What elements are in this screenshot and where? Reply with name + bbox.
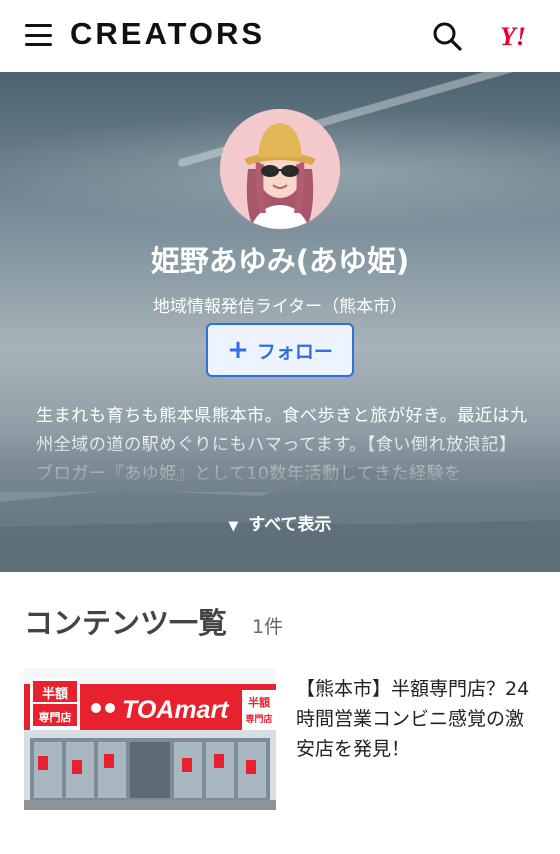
content-list-title: コンテンツ一覧 bbox=[24, 606, 228, 640]
profile-role: 地域情報発信ライター（熊本市） bbox=[152, 297, 408, 317]
brand-logo[interactable]: CREATORS bbox=[70, 16, 265, 52]
article-title[interactable]: 【熊本市】半額専門店？24時間営業コンビニ感覚の激安店を発見！ bbox=[296, 674, 540, 764]
follow-button[interactable]: + フォロー bbox=[206, 323, 354, 377]
thumb-store-logo: TOAmart bbox=[122, 696, 230, 724]
article-card[interactable]: 半額 専門店 TOAmart 半額 専門店 【熊本市】半額専門店？24時間営業コ… bbox=[24, 668, 536, 810]
profile-avatar bbox=[220, 109, 340, 229]
bio-fade bbox=[0, 432, 560, 492]
yahoo-logo[interactable]: Y! bbox=[500, 22, 526, 52]
profile-hero: 姫野あゆみ(あゆ姫) 地域情報発信ライター（熊本市） + フォロー 生まれも育ち… bbox=[0, 72, 560, 572]
top-header: CREATORS Y! bbox=[0, 0, 560, 72]
hamburger-icon[interactable] bbox=[25, 24, 52, 46]
profile-name: 姫野あゆみ(あゆ姫) bbox=[150, 244, 410, 278]
thumb-sign-text: 半額 bbox=[248, 695, 270, 709]
thumb-sign-text: 専門店 bbox=[245, 713, 272, 725]
content-count: 1件 bbox=[252, 616, 284, 638]
show-all-button[interactable]: ▼ すべて表示 bbox=[0, 510, 560, 535]
article-thumbnail[interactable]: 半額 専門店 TOAmart 半額 専門店 bbox=[24, 668, 276, 810]
follow-label: フォロー bbox=[256, 340, 333, 363]
plus-icon: + bbox=[227, 335, 249, 365]
search-icon[interactable] bbox=[432, 21, 462, 51]
triangle-down-icon: ▼ bbox=[228, 519, 239, 534]
thumb-sign-text: 専門店 bbox=[39, 710, 72, 724]
thumb-sign-text: 半額 bbox=[42, 686, 68, 702]
show-all-label: すべて表示 bbox=[248, 515, 332, 535]
